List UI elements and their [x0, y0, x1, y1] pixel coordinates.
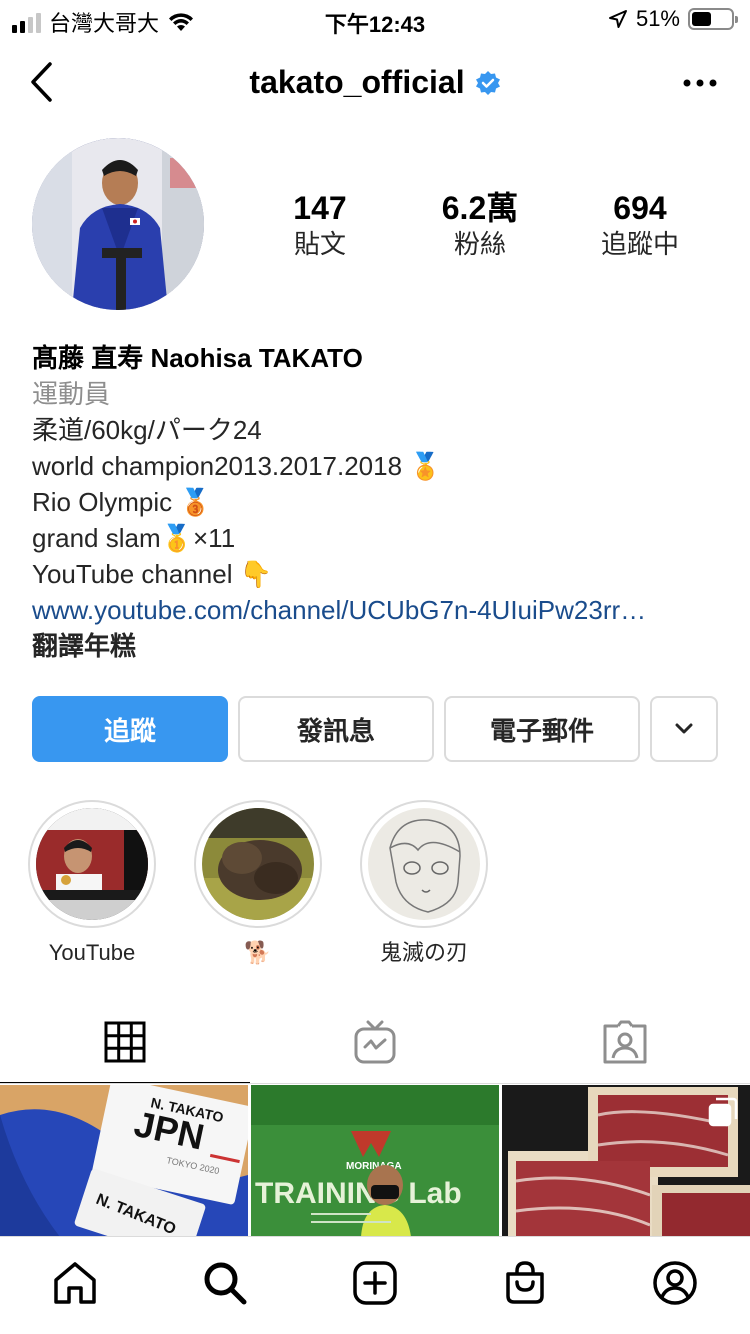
- translate-link[interactable]: 翻譯年糕: [32, 628, 722, 664]
- location-arrow-icon: [608, 10, 627, 28]
- posts-count-value: 147: [293, 190, 347, 226]
- grid-icon: [104, 1021, 146, 1063]
- nav-new-post[interactable]: [300, 1237, 450, 1334]
- highlight-cover: [202, 808, 314, 920]
- bio-line: 柔道/60kg/パーク24: [32, 415, 262, 445]
- nav-search[interactable]: [150, 1237, 300, 1334]
- highlight-label: 鬼滅の刃: [379, 940, 468, 965]
- message-button[interactable]: 發訊息: [238, 696, 434, 762]
- following-count-label: 追蹤中: [600, 229, 679, 259]
- category-label: 運動員: [32, 379, 111, 409]
- highlight-ring: [360, 800, 488, 928]
- profile-tabs: [0, 1000, 750, 1084]
- highlight-cover: [368, 808, 480, 920]
- tab-tagged[interactable]: [500, 1000, 750, 1084]
- suggested-dropdown-button[interactable]: [650, 696, 718, 762]
- highlight-kimetsu[interactable]: 鬼滅の刃: [360, 800, 488, 968]
- full-name: 髙藤 直寿 Naohisa TAKATO: [32, 343, 363, 373]
- bio-line: YouTube channel 👇: [32, 559, 273, 589]
- bio-line: grand slam🥇×11: [32, 523, 236, 553]
- profile-actions: 追蹤 發訊息 電子郵件: [32, 696, 718, 762]
- highlight-ring: [194, 800, 322, 928]
- followers-count-label: 粉絲: [453, 229, 506, 259]
- post-image: MORINAGA TRAINING Lab: [251, 1085, 499, 1237]
- highlight-cover: [36, 808, 148, 920]
- profile-bio: 髙藤 直寿 Naohisa TAKATO 運動員 柔道/60kg/パーク24 w…: [32, 340, 722, 664]
- highlight-dog[interactable]: 🐕: [194, 800, 322, 968]
- following-count[interactable]: 694 追蹤中: [560, 190, 720, 260]
- shop-icon: [506, 1260, 544, 1304]
- post-thumbnail[interactable]: [502, 1085, 750, 1237]
- igtv-icon: [354, 1020, 396, 1064]
- profile-stats: 147 貼文 6.2萬 粉絲 694 追蹤中: [240, 190, 720, 260]
- battery-percent: 51%: [635, 6, 680, 31]
- profile-header: takato_official: [0, 44, 750, 128]
- tabs-divider: [0, 1083, 750, 1084]
- highlight-label: 🐕: [244, 940, 272, 965]
- more-icon: [683, 79, 717, 87]
- battery-icon: [688, 8, 738, 30]
- highlight-label: YouTube: [48, 940, 136, 965]
- post-caption-text: TRAINING Lab: [255, 1177, 462, 1210]
- profile-avatar[interactable]: [32, 138, 204, 310]
- status-bar: 台灣大哥大 下午12:43 51%: [0, 0, 750, 44]
- email-button[interactable]: 電子郵件: [444, 696, 640, 762]
- posts-count[interactable]: 147 貼文: [240, 190, 400, 260]
- username: takato_official: [249, 64, 465, 100]
- bio-link[interactable]: www.youtube.com/channel/UCUbG7n-4UIuiPw2…: [32, 592, 712, 628]
- followers-count[interactable]: 6.2萬 粉絲: [400, 190, 560, 260]
- avatar-image: [32, 138, 204, 310]
- posts-grid: N. TAKATO JPN TOKYO 2020 N. TAKATO MORIN…: [0, 1085, 750, 1237]
- nav-shop[interactable]: [450, 1237, 600, 1334]
- bio-line: Rio Olympic 🥉: [32, 487, 212, 517]
- post-image: N. TAKATO JPN TOKYO 2020 N. TAKATO: [0, 1085, 248, 1237]
- highlight-ring: [28, 800, 156, 928]
- status-right: 51%: [608, 6, 738, 32]
- story-highlights: YouTube 🐕 鬼滅の刃: [28, 800, 488, 968]
- tagged-icon: [603, 1020, 647, 1064]
- post-thumbnail[interactable]: MORINAGA TRAINING Lab: [251, 1085, 499, 1237]
- new-post-icon: [353, 1260, 397, 1305]
- tab-posts-grid[interactable]: [0, 1000, 250, 1084]
- bio-line: world champion2013.2017.2018 🏅: [32, 451, 442, 481]
- search-icon: [204, 1262, 247, 1304]
- username-wrap: takato_official: [0, 64, 750, 101]
- following-count-value: 694: [613, 190, 667, 226]
- highlight-youtube[interactable]: YouTube: [28, 800, 156, 968]
- bottom-navigation: [0, 1236, 750, 1334]
- follow-button[interactable]: 追蹤: [32, 696, 228, 762]
- nav-home[interactable]: [0, 1237, 150, 1334]
- more-options-button[interactable]: [680, 68, 720, 98]
- multiple-posts-icon: [708, 1097, 738, 1127]
- nav-profile[interactable]: [600, 1237, 750, 1334]
- home-icon: [54, 1261, 96, 1304]
- followers-count-value: 6.2萬: [441, 190, 519, 226]
- verified-badge-icon: [475, 70, 500, 95]
- posts-count-label: 貼文: [293, 229, 346, 259]
- post-thumbnail[interactable]: N. TAKATO JPN TOKYO 2020 N. TAKATO: [0, 1085, 248, 1237]
- chevron-down-icon: [675, 723, 693, 734]
- profile-icon: [653, 1260, 697, 1305]
- tab-igtv[interactable]: [250, 1000, 500, 1084]
